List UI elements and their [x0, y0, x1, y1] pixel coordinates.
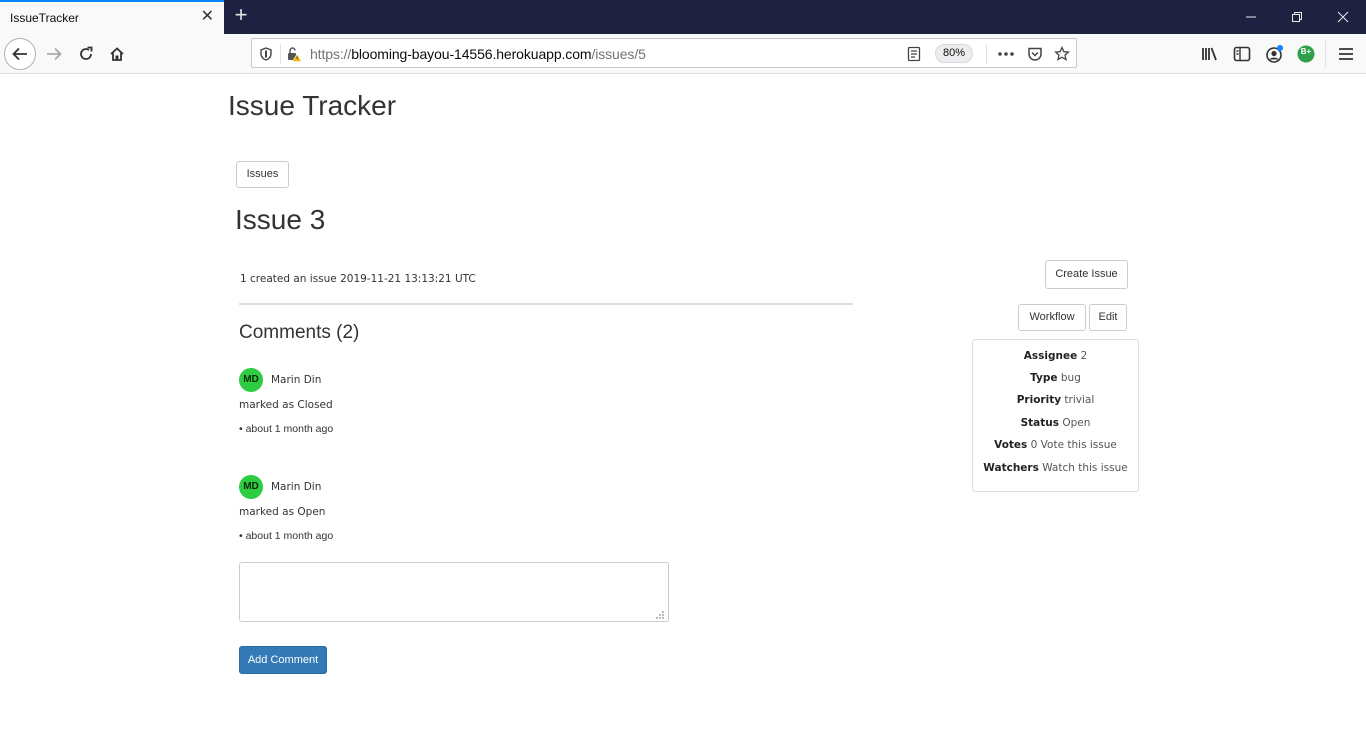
detail-label: Priority	[1016, 394, 1062, 406]
comment-author: Marin Din	[271, 374, 322, 386]
status-value: Open	[1062, 417, 1091, 429]
divider	[239, 303, 853, 305]
url-bar[interactable]: https://blooming-bayou-14556.herokuapp.c…	[251, 38, 1077, 68]
priority-value: trivial	[1064, 394, 1095, 406]
browser-tab-active[interactable]: IssueTracker ✕	[0, 0, 224, 34]
account-icon[interactable]	[1262, 42, 1286, 66]
edit-button[interactable]: Edit	[1089, 304, 1127, 331]
watch-issue-link[interactable]: Watch this issue	[1042, 462, 1128, 474]
minimize-icon[interactable]	[1228, 0, 1274, 34]
pocket-icon[interactable]	[1025, 44, 1045, 64]
issue-created-info: 1 created an issue 2019-11-21 13:13:21 U…	[240, 273, 476, 285]
votes-count: 0	[1030, 439, 1038, 451]
detail-priority: Priority trivial	[973, 394, 1138, 406]
url-separator	[986, 44, 987, 64]
browser-titlebar: IssueTracker ✕ +	[0, 0, 1366, 34]
sidebar-icon[interactable]	[1230, 42, 1254, 66]
comment-body: marked as Closed	[239, 399, 333, 411]
close-icon[interactable]: ✕	[201, 8, 214, 26]
detail-label: Status	[1020, 417, 1060, 429]
url-separator	[280, 44, 281, 64]
app-title: Issue Tracker	[228, 90, 397, 121]
detail-assignee: Assignee 2	[973, 350, 1138, 362]
issues-button[interactable]: Issues	[236, 161, 289, 188]
detail-watchers: Watchers Watch this issue	[973, 462, 1138, 474]
issue-details-panel: Assignee 2 Type bug Priority trivial Sta…	[972, 339, 1139, 492]
detail-votes: Votes 0 Vote this issue	[973, 439, 1138, 451]
avatar: MD	[239, 475, 263, 499]
comment-body: marked as Open	[239, 506, 326, 518]
issue-title: Issue 3	[235, 204, 326, 235]
type-value: bug	[1060, 372, 1081, 384]
comment-time: • about 1 month ago	[239, 530, 334, 542]
detail-label: Assignee	[1023, 350, 1078, 362]
detail-label: Type	[1030, 372, 1058, 384]
vote-issue-link[interactable]: Vote this issue	[1041, 439, 1117, 451]
plus-icon[interactable]: +	[231, 4, 251, 28]
detail-label: Watchers	[983, 462, 1039, 474]
insecure-lock-warning-icon[interactable]	[284, 44, 304, 64]
comment-time: • about 1 month ago	[239, 423, 334, 435]
reload-icon[interactable]	[70, 38, 102, 70]
comments-heading: Comments (2)	[239, 322, 360, 343]
assignee-value: 2	[1080, 350, 1088, 362]
tab-title: IssueTracker	[10, 11, 79, 25]
detail-status: Status Open	[973, 417, 1138, 429]
more-actions-icon[interactable]	[996, 44, 1016, 64]
add-comment-button[interactable]: Add Comment	[239, 646, 327, 674]
back-arrow-icon[interactable]	[4, 38, 36, 70]
toolbar-separator	[1325, 41, 1326, 67]
detail-label: Votes	[994, 439, 1028, 451]
bookmark-star-icon[interactable]	[1052, 44, 1072, 64]
extension-badge-icon[interactable]: B+	[1294, 42, 1318, 66]
close-window-icon[interactable]	[1320, 0, 1366, 34]
restore-icon[interactable]	[1274, 0, 1320, 34]
comment-textarea[interactable]	[239, 562, 669, 622]
comment-author: Marin Din	[271, 481, 322, 493]
zoom-level-badge[interactable]: 80%	[935, 44, 973, 63]
forward-arrow-icon[interactable]	[38, 38, 70, 70]
browser-navbar: https://blooming-bayou-14556.herokuapp.c…	[0, 34, 1366, 74]
reader-view-icon[interactable]	[904, 44, 924, 64]
home-icon[interactable]	[101, 38, 133, 70]
create-issue-button[interactable]: Create Issue	[1045, 260, 1128, 289]
tracking-shield-icon[interactable]	[256, 44, 276, 64]
workflow-button[interactable]: Workflow	[1018, 304, 1086, 331]
library-icon[interactable]	[1198, 42, 1222, 66]
menu-icon[interactable]	[1334, 42, 1358, 66]
url-text[interactable]: https://blooming-bayou-14556.herokuapp.c…	[310, 46, 646, 62]
detail-type: Type bug	[973, 372, 1138, 384]
resize-grip-icon[interactable]	[655, 610, 665, 620]
avatar: MD	[239, 368, 263, 392]
